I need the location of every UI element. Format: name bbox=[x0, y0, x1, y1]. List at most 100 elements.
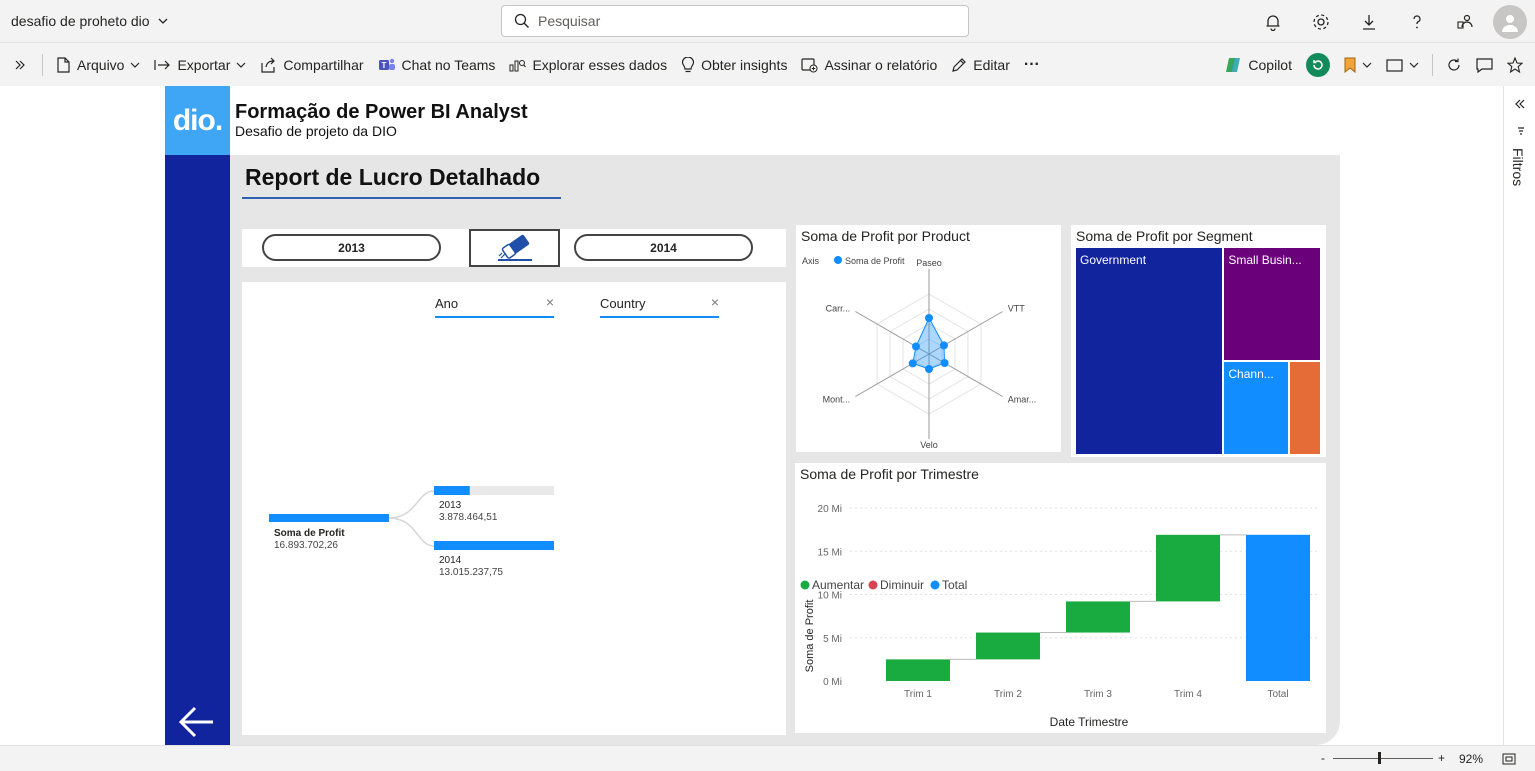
double-chevron-left-icon[interactable] bbox=[1514, 98, 1526, 110]
filter-icon bbox=[1518, 127, 1524, 135]
share-label: Compartilhar bbox=[283, 57, 364, 73]
year-2013-button[interactable]: 2013 bbox=[262, 234, 441, 261]
treemap-tile[interactable]: Chann... bbox=[1224, 361, 1289, 454]
status-bar: - + 92% bbox=[0, 745, 1535, 771]
back-arrow-icon[interactable] bbox=[178, 705, 216, 739]
search-input[interactable] bbox=[538, 13, 938, 29]
refresh-visuals-button[interactable] bbox=[1299, 49, 1337, 81]
settings-button[interactable] bbox=[1297, 0, 1345, 43]
zoom-slider-thumb[interactable] bbox=[1378, 752, 1381, 764]
x-tick-label: Trim 1 bbox=[904, 689, 932, 700]
waterfall-bar[interactable] bbox=[976, 632, 1040, 660]
export-menu-button[interactable]: Exportar bbox=[147, 49, 253, 81]
radar-point[interactable] bbox=[939, 341, 948, 350]
clear-filters-button[interactable] bbox=[469, 229, 560, 267]
avatar[interactable] bbox=[1493, 4, 1527, 39]
report-header: Formação de Power BI Analyst Desafio de … bbox=[230, 86, 1340, 155]
child-value-2014: 13.015.237,75 bbox=[439, 567, 503, 578]
expand-nav-button[interactable] bbox=[0, 49, 36, 81]
gear-icon bbox=[1313, 13, 1329, 30]
teams-chat-button[interactable]: T Chat no Teams bbox=[371, 49, 503, 81]
dio-logo: dio. bbox=[165, 86, 230, 155]
zoom-level: 92% bbox=[1459, 752, 1484, 766]
waterfall-bar[interactable] bbox=[886, 659, 950, 681]
file-menu-label: Arquivo bbox=[77, 57, 125, 73]
explore-data-button[interactable]: Explorar esses dados bbox=[502, 49, 674, 81]
notifications-button[interactable] bbox=[1249, 0, 1297, 43]
comments-button[interactable] bbox=[1469, 49, 1500, 81]
x-tick-label: Trim 2 bbox=[994, 689, 1022, 700]
radar-point[interactable] bbox=[940, 359, 949, 367]
zoom-slider[interactable] bbox=[1333, 758, 1433, 759]
close-icon[interactable]: × bbox=[711, 295, 719, 309]
insights-button[interactable]: Obter insights bbox=[674, 49, 794, 81]
share-button[interactable]: Compartilhar bbox=[253, 49, 370, 81]
document-title-menu[interactable]: desafio de proheto dio bbox=[11, 13, 168, 29]
download-icon bbox=[1363, 14, 1375, 30]
chevron-down-icon bbox=[1409, 62, 1419, 68]
svg-text:T: T bbox=[381, 61, 386, 70]
download-button[interactable] bbox=[1345, 0, 1393, 43]
child-bar-2014[interactable] bbox=[434, 541, 554, 550]
y-tick-label: 15 Mi bbox=[818, 547, 842, 558]
divider bbox=[1432, 54, 1433, 76]
star-icon bbox=[1507, 57, 1523, 73]
waterfall-bar[interactable] bbox=[1246, 534, 1310, 681]
legend-dot bbox=[800, 580, 810, 590]
subscribe-icon bbox=[801, 58, 818, 73]
page-title-underline bbox=[242, 197, 561, 199]
file-menu-button[interactable]: Arquivo bbox=[49, 49, 147, 81]
chevron-down-icon bbox=[1362, 62, 1372, 68]
zoom-in-button[interactable]: + bbox=[1438, 751, 1445, 765]
zoom-out-button[interactable]: - bbox=[1321, 751, 1325, 765]
subscribe-button[interactable]: Assinar o relatório bbox=[794, 49, 944, 81]
year-2014-label: 2014 bbox=[650, 240, 677, 255]
more-options-button[interactable]: ··· bbox=[1017, 49, 1047, 81]
radar-category-label: Mont... bbox=[823, 395, 851, 405]
share-people-button[interactable] bbox=[1441, 0, 1489, 43]
child-bar-2013[interactable] bbox=[434, 486, 470, 495]
share-icon bbox=[261, 57, 276, 73]
radar-chart: Axis Soma de Profit Paseo VTT Amar... Velo M… bbox=[802, 256, 1036, 450]
radar-point[interactable] bbox=[925, 314, 933, 322]
comment-icon bbox=[1476, 58, 1493, 73]
radar-point[interactable] bbox=[912, 342, 921, 351]
treemap-tile[interactable] bbox=[1290, 361, 1320, 454]
close-icon[interactable]: × bbox=[546, 295, 554, 309]
copilot-button[interactable]: Copilot bbox=[1217, 49, 1299, 81]
people-icon bbox=[1457, 14, 1473, 29]
report-header-subtitle: Desafio de projeto da DIO bbox=[235, 123, 397, 139]
edit-button[interactable]: Editar bbox=[944, 49, 1017, 81]
treemap-tile[interactable]: Small Busin... bbox=[1224, 248, 1320, 360]
radar-category-label: VTT bbox=[1008, 304, 1026, 314]
bell-icon bbox=[1266, 14, 1280, 31]
export-menu-label: Exportar bbox=[177, 57, 231, 73]
favorite-button[interactable] bbox=[1500, 49, 1535, 81]
search-box[interactable] bbox=[501, 5, 969, 37]
waterfall-bar[interactable] bbox=[1156, 534, 1220, 602]
ano-dropdown-label: Ano bbox=[435, 296, 459, 311]
refresh-button[interactable] bbox=[1439, 49, 1469, 81]
root-bar[interactable] bbox=[269, 514, 389, 522]
report-page: dio. Formação de Power BI Analyst Desafi… bbox=[165, 86, 1340, 745]
more-options-label: ··· bbox=[1023, 56, 1040, 73]
radar-point[interactable] bbox=[925, 365, 933, 373]
legend-dot bbox=[834, 256, 842, 264]
legend-title: Axis bbox=[802, 256, 820, 266]
help-button[interactable] bbox=[1393, 0, 1441, 43]
bookmark-button[interactable] bbox=[1337, 49, 1379, 81]
ano-dropdown[interactable]: Ano × bbox=[435, 295, 554, 318]
year-2014-button[interactable]: 2014 bbox=[574, 234, 753, 261]
eraser-icon bbox=[497, 234, 532, 261]
view-mode-button[interactable] bbox=[1379, 49, 1426, 81]
treemap-tile[interactable]: Government bbox=[1076, 248, 1223, 454]
radar-point[interactable] bbox=[908, 359, 917, 368]
copilot-label: Copilot bbox=[1248, 57, 1292, 73]
waterfall-chart: Aumentar Diminuir Total 0 Mi5 Mi10 Mi15 Mi… bbox=[800, 504, 1320, 729]
filters-pane-collapsed[interactable]: Filtros bbox=[1503, 86, 1535, 745]
chevron-down-icon bbox=[236, 62, 246, 68]
waterfall-bar[interactable] bbox=[1066, 601, 1130, 633]
country-dropdown[interactable]: Country × bbox=[600, 295, 719, 318]
fit-to-page-icon[interactable] bbox=[1502, 753, 1516, 765]
edit-label: Editar bbox=[973, 57, 1010, 73]
